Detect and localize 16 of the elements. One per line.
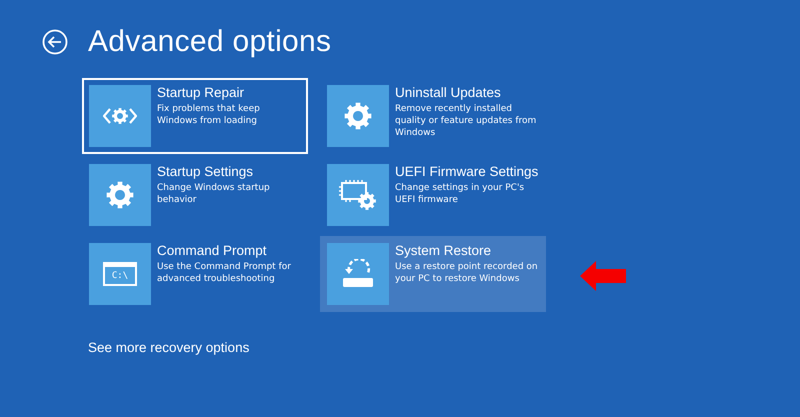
option-tile[interactable]: C:\ Command Prompt Use the Command Prompt for advanced troubleshooting [82, 236, 308, 312]
option-tile[interactable]: Startup Settings Change Windows startup behavior [82, 157, 308, 233]
code-gear-icon [103, 106, 137, 126]
back-button[interactable] [42, 29, 68, 55]
chip-gear-icon [339, 179, 377, 211]
arrow-icon [580, 261, 626, 291]
console-icon: C:\ [103, 262, 137, 286]
option-tile[interactable]: System Restore Use a restore point recorded on your PC to restore Windows [320, 236, 546, 312]
page-title: Advanced options [88, 25, 332, 59]
more-options-link[interactable]: See more recovery options [88, 340, 250, 355]
gear-icon [106, 181, 134, 209]
restore-drive-icon [341, 259, 375, 289]
option-tile[interactable]: Uninstall Updates Remove recently installed quality or feature updates from Windows [320, 78, 546, 154]
option-tile[interactable]: UEFI Firmware Settings Change settings in your PC's UEFI firmware [320, 157, 546, 233]
gear-icon [344, 102, 372, 130]
option-tile[interactable]: Startup Repair Fix problems that keep Windows from loading [82, 78, 308, 154]
